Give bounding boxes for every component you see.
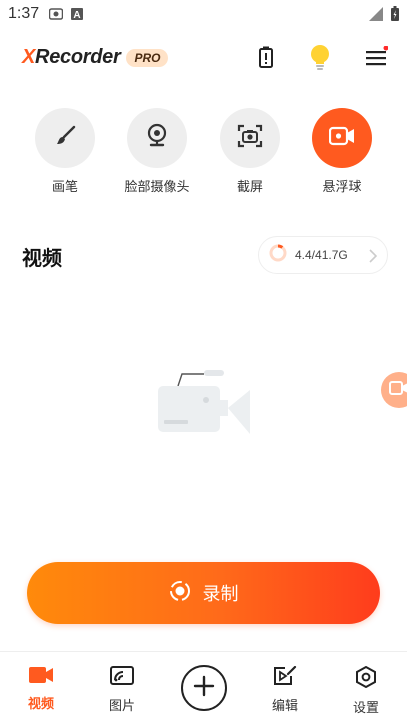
storage-text: 4.4/41.7G	[295, 248, 348, 262]
storage-ring-icon	[269, 244, 287, 266]
bottom-nav: 视频 图片 编辑 设置	[0, 651, 407, 725]
add-icon	[193, 675, 215, 701]
screenshot-icon	[237, 124, 263, 152]
storage-pill[interactable]: 4.4/41.7G	[258, 236, 388, 274]
tips-button[interactable]	[305, 44, 335, 74]
section-title: 视频	[22, 246, 62, 270]
empty-camera-icon	[152, 370, 256, 444]
chevron-right-icon	[369, 248, 378, 267]
empty-state-illustration	[152, 368, 256, 440]
tool-screenshot[interactable]: 截屏	[205, 108, 295, 195]
app-logo: XRecorder PRO	[22, 46, 169, 69]
tool-floating-ball[interactable]: 悬浮球	[297, 108, 387, 195]
tool-screenshot-circle[interactable]	[220, 108, 280, 168]
nav-label-settings: 设置	[352, 701, 379, 716]
add-button[interactable]	[181, 665, 227, 711]
nav-item-video[interactable]: 视频	[11, 666, 71, 712]
status-bar: 1:37 A	[0, 0, 407, 28]
screen-record-icon	[48, 5, 64, 24]
nav-label-edit: 编辑	[271, 699, 298, 714]
nav-label-image: 图片	[108, 699, 135, 714]
webcam-icon	[145, 123, 169, 153]
nav-item-image[interactable]: 图片	[92, 666, 152, 714]
floating-ball-icon	[328, 126, 355, 150]
edit-video-icon	[273, 665, 297, 690]
nav-item-edit[interactable]: 编辑	[255, 665, 315, 714]
pro-badge[interactable]: PRO	[126, 48, 169, 67]
tool-webcam[interactable]: 脸部摄像头	[112, 108, 202, 195]
menu-button[interactable]	[361, 44, 391, 74]
floating-ball-button[interactable]	[381, 372, 407, 408]
video-icon	[28, 666, 54, 688]
tool-screenshot-label: 截屏	[236, 180, 263, 195]
record-icon	[169, 580, 191, 606]
nav-item-settings[interactable]: 设置	[336, 665, 396, 716]
battery-icon	[391, 6, 399, 25]
app-header: XRecorder PRO	[0, 40, 407, 80]
tool-webcam-label: 脸部摄像头	[124, 180, 190, 195]
signal-icon	[369, 6, 383, 25]
lightbulb-icon	[309, 44, 331, 74]
tool-webcam-circle[interactable]	[127, 108, 187, 168]
svg-text:A: A	[74, 10, 81, 20]
tool-brush-label: 画笔	[51, 180, 78, 195]
battery-saver-icon	[259, 46, 273, 72]
image-icon	[110, 666, 134, 690]
tool-brush-circle[interactable]	[35, 108, 95, 168]
tool-floating-ball-label: 悬浮球	[322, 180, 362, 195]
logo-text: XRecorder	[22, 46, 121, 68]
status-time: 1:37	[8, 5, 40, 22]
tools-row: 画笔 脸部摄像头 截屏 悬浮球	[0, 108, 407, 198]
a-notification-icon: A	[71, 5, 84, 24]
menu-icon	[364, 45, 389, 72]
tool-brush[interactable]: 画笔	[20, 108, 110, 195]
battery-saver-button[interactable]	[251, 44, 281, 74]
record-button[interactable]: 录制	[27, 562, 380, 624]
tool-floating-ball-circle[interactable]	[312, 108, 372, 168]
nav-label-video: 视频	[27, 697, 54, 712]
settings-icon	[355, 665, 377, 692]
brush-icon	[53, 124, 77, 152]
floating-record-icon	[389, 380, 407, 400]
record-label: 录制	[202, 584, 239, 605]
